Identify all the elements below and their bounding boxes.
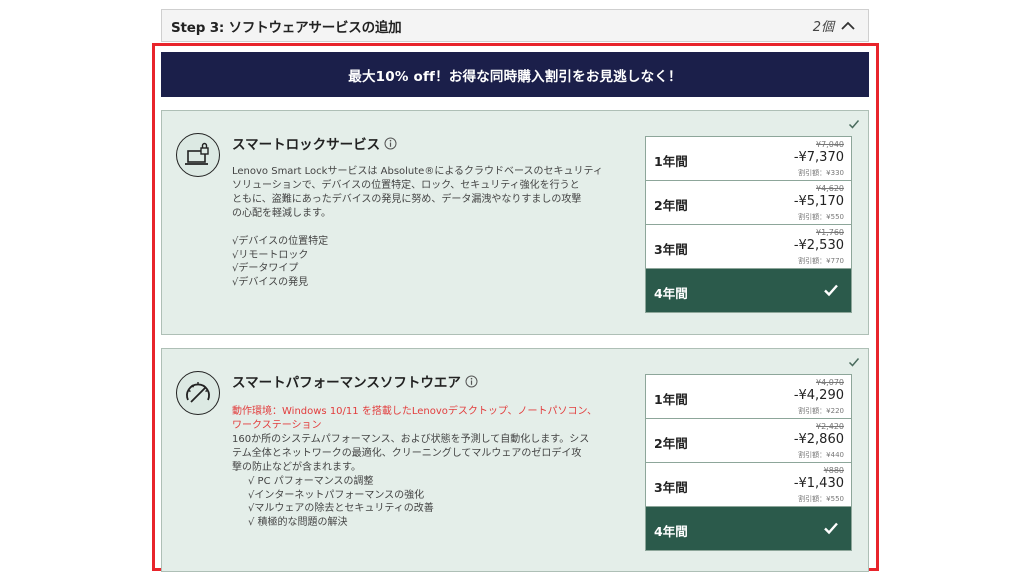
option-3-year[interactable]: 3年間 ¥880 -¥1,430 割引額：¥550 bbox=[646, 463, 851, 507]
option-2-year[interactable]: 2年間 ¥4,620 -¥5,170 割引額：¥550 bbox=[646, 181, 851, 225]
info-icon[interactable] bbox=[384, 137, 397, 150]
feature-item: √リモートロック bbox=[232, 249, 309, 261]
step-right: 2個 bbox=[813, 16, 858, 36]
banner-text: 最大10% off！お得な同時購入割引をお見逃しなく！ bbox=[348, 68, 682, 85]
service-title: スマートロックサービス bbox=[232, 133, 397, 153]
check-icon bbox=[848, 353, 860, 367]
price-options: 1年間 ¥7,040 -¥7,370 割引額：¥330 2年間 ¥4,620 -… bbox=[645, 136, 852, 313]
discount-banner: 最大10% off！お得な同時購入割引をお見逃しなく！ bbox=[161, 52, 869, 97]
feature-item: √マルウェアの除去とセキュリティの改善 bbox=[248, 503, 434, 514]
step-title: Step 3: ソフトウェアサービスの追加 bbox=[171, 19, 402, 36]
option-4-year[interactable]: 4年間 bbox=[646, 507, 851, 550]
option-1-year[interactable]: 1年間 ¥4,070 -¥4,290 割引額：¥220 bbox=[646, 375, 851, 419]
service-card-smart-lock: スマートロックサービス Lenovo Smart Lockサービスは Absol… bbox=[161, 110, 869, 335]
step-header[interactable]: Step 3: ソフトウェアサービスの追加 2個 bbox=[161, 9, 869, 42]
step-count: 2個 bbox=[812, 20, 834, 35]
info-icon[interactable] bbox=[465, 375, 478, 388]
check-icon bbox=[848, 115, 860, 129]
feature-item: √インターネットパフォーマンスの強化 bbox=[248, 489, 425, 501]
check-icon bbox=[823, 520, 839, 536]
chevron-up-icon[interactable] bbox=[838, 16, 858, 36]
service-card-smart-performance: スマートパフォーマンスソフトウエア 動作環境：Windows 10/11 を搭載… bbox=[161, 348, 869, 572]
feature-item: √デバイスの発見 bbox=[232, 276, 309, 288]
requirement-text: 動作環境：Windows 10/11 を搭載したLenovoデスクトップ、ノート… bbox=[232, 406, 597, 417]
gauge-icon bbox=[176, 371, 220, 415]
option-2-year[interactable]: 2年間 ¥2,420 -¥2,860 割引額：¥440 bbox=[646, 419, 851, 463]
check-icon bbox=[823, 282, 839, 298]
price-options: 1年間 ¥4,070 -¥4,290 割引額：¥220 2年間 ¥2,420 -… bbox=[645, 374, 852, 551]
lock-laptop-icon bbox=[176, 133, 220, 177]
service-title: スマートパフォーマンスソフトウエア bbox=[232, 371, 478, 391]
service-description: Lenovo Smart Lockサービスは Absolute®によるクラウドベ… bbox=[232, 166, 603, 219]
requirement-text: ワークステーション bbox=[232, 420, 322, 431]
option-1-year[interactable]: 1年間 ¥7,040 -¥7,370 割引額：¥330 bbox=[646, 137, 851, 181]
option-3-year[interactable]: 3年間 ¥1,760 -¥2,530 割引額：¥770 bbox=[646, 225, 851, 269]
feature-list: √ PC パフォーマンスの調整 √インターネットパフォーマンスの強化 √マルウェ… bbox=[232, 475, 632, 529]
option-4-year[interactable]: 4年間 bbox=[646, 269, 851, 312]
feature-list: √デバイスの位置特定 √リモートロック √データワイプ √デバイスの発見 bbox=[232, 235, 632, 289]
feature-item: √ 積極的な問題の解決 bbox=[248, 516, 348, 528]
feature-item: √デバイスの位置特定 bbox=[232, 236, 329, 247]
feature-item: √データワイプ bbox=[232, 263, 299, 274]
service-description: 動作環境：Windows 10/11 を搭載したLenovoデスクトップ、ノート… bbox=[232, 405, 632, 475]
feature-item: √ PC パフォーマンスの調整 bbox=[248, 476, 374, 487]
